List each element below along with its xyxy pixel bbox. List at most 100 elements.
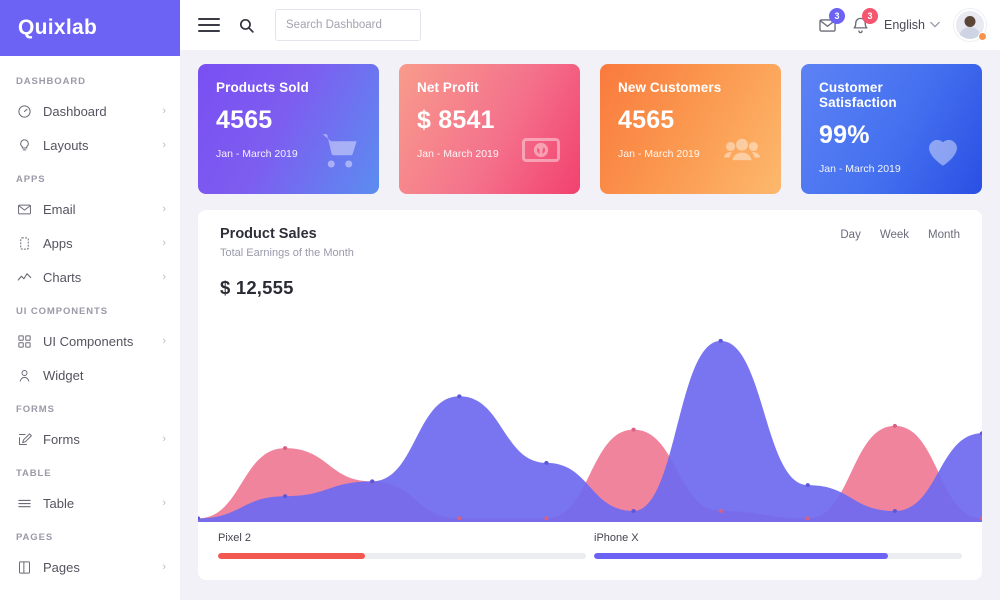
sidebar-item-label: Table (43, 497, 162, 510)
chart-point (457, 516, 461, 520)
stat-card-title: Customer Satisfaction (819, 80, 964, 110)
search-input[interactable] (275, 9, 421, 41)
sidebar-item-layouts[interactable]: Layouts› (0, 128, 180, 162)
sidebar-section-label: DASHBOARD (0, 64, 180, 94)
sidebar-item-label: Widget (43, 369, 166, 382)
messages-button[interactable]: 3 (818, 16, 837, 35)
main-region: 3 3 English (180, 0, 1000, 600)
dashboard-app: Quixlab DASHBOARDDashboard›Layouts›APPSE… (0, 0, 1000, 600)
tab-week[interactable]: Week (880, 229, 909, 241)
device-name: Pixel 2 (218, 532, 586, 544)
sidebar-item-label: Layouts (43, 139, 162, 152)
panel-header: Product Sales Total Earnings of the Mont… (198, 210, 982, 259)
chart-point (893, 424, 897, 428)
tablet-icon (14, 233, 34, 253)
total-earnings-value: $ 12,555 (198, 259, 982, 299)
sidebar-item-widget[interactable]: Widget (0, 358, 180, 392)
page-title: Product Sales (220, 226, 354, 242)
sidebar-item-label: UI Components (43, 335, 162, 348)
menu-toggle-icon[interactable] (198, 14, 220, 36)
sidebar-item-label: Forms (43, 433, 162, 446)
language-label: English (884, 18, 925, 32)
range-tabs: Day Week Month (840, 226, 960, 241)
stat-card-title: New Customers (618, 80, 763, 95)
panel-subtitle: Total Earnings of the Month (220, 247, 354, 259)
tab-month[interactable]: Month (928, 229, 960, 241)
grid-icon (14, 331, 34, 351)
sidebar-item-dashboard[interactable]: Dashboard› (0, 94, 180, 128)
chart-line-icon (14, 267, 34, 287)
chevron-down-icon (930, 20, 940, 30)
stat-card-new-customers[interactable]: New Customers4565Jan - March 2019 (600, 64, 781, 194)
chart-point (719, 339, 723, 343)
sidebar-item-pages[interactable]: Pages› (0, 550, 180, 584)
device-progress-list: Pixel 2 iPhone X (198, 522, 982, 580)
language-selector[interactable]: English (884, 18, 940, 32)
sidebar-nav: DASHBOARDDashboard›Layouts›APPSEmail›App… (0, 56, 180, 584)
messages-badge: 3 (829, 8, 845, 24)
chart-point (806, 483, 810, 487)
chevron-right-icon: › (162, 238, 166, 249)
brand-logo[interactable]: Quixlab (0, 0, 180, 56)
chevron-right-icon: › (162, 272, 166, 283)
sidebar-item-charts[interactable]: Charts› (0, 260, 180, 294)
stat-card-products-sold[interactable]: Products Sold4565Jan - March 2019 (198, 64, 379, 194)
search-icon[interactable] (238, 17, 255, 34)
stat-cards: Products Sold4565Jan - March 2019Net Pro… (198, 64, 982, 194)
chevron-right-icon: › (162, 204, 166, 215)
progress-fill (594, 553, 888, 559)
chart-point (893, 509, 897, 513)
progress-fill (218, 553, 365, 559)
avatar[interactable] (954, 9, 986, 41)
notifications-button[interactable]: 3 (851, 16, 870, 35)
heart-icon (922, 129, 964, 176)
sidebar-item-label: Apps (43, 237, 162, 250)
sales-area-chart (198, 328, 982, 522)
pencil-square-icon (14, 429, 34, 449)
pages-icon (14, 557, 34, 577)
envelope-icon (14, 199, 34, 219)
content-area: Products Sold4565Jan - March 2019Net Pro… (180, 50, 1000, 600)
sidebar: Quixlab DASHBOARDDashboard›Layouts›APPSE… (0, 0, 180, 600)
stat-card-customer-satisfaction[interactable]: Customer Satisfaction99%Jan - March 2019 (801, 64, 982, 194)
bulb-icon (14, 135, 34, 155)
sidebar-section-label: PAGES (0, 520, 180, 550)
header-actions: 3 3 English (818, 9, 986, 41)
device-name: iPhone X (594, 532, 962, 544)
chevron-right-icon: › (162, 498, 166, 509)
chart-point (370, 479, 374, 483)
sidebar-item-label: Dashboard (43, 105, 162, 118)
chart-svg (198, 328, 982, 522)
chart-point (283, 446, 287, 450)
table-lines-icon (14, 493, 34, 513)
sidebar-item-forms[interactable]: Forms› (0, 422, 180, 456)
gauge-icon (14, 101, 34, 121)
sidebar-item-ui-components[interactable]: UI Components› (0, 324, 180, 358)
progress-track[interactable] (594, 553, 962, 559)
avatar-head (965, 16, 976, 27)
people-icon (721, 129, 763, 176)
device-progress-item: Pixel 2 (218, 532, 586, 580)
top-header: 3 3 English (180, 0, 1000, 50)
sidebar-section-label: TABLE (0, 456, 180, 486)
stat-card-title: Products Sold (216, 80, 361, 95)
sidebar-item-email[interactable]: Email› (0, 192, 180, 226)
chevron-right-icon: › (162, 140, 166, 151)
sidebar-item-table[interactable]: Table› (0, 486, 180, 520)
sidebar-item-label: Charts (43, 271, 162, 284)
chevron-right-icon: › (162, 562, 166, 573)
chart-point (719, 509, 723, 513)
stat-card-net-profit[interactable]: Net Profit$ 8541Jan - March 2019 (399, 64, 580, 194)
chart-point (544, 461, 548, 465)
sidebar-item-label: Email (43, 203, 162, 216)
widget-icon (14, 365, 34, 385)
chart-point (544, 516, 548, 520)
sidebar-item-apps[interactable]: Apps› (0, 226, 180, 260)
money-icon (520, 129, 562, 176)
tab-day[interactable]: Day (840, 229, 860, 241)
chart-point (457, 394, 461, 398)
progress-track[interactable] (218, 553, 586, 559)
chart-point (631, 509, 635, 513)
chart-point (806, 516, 810, 520)
chart-point (631, 428, 635, 432)
